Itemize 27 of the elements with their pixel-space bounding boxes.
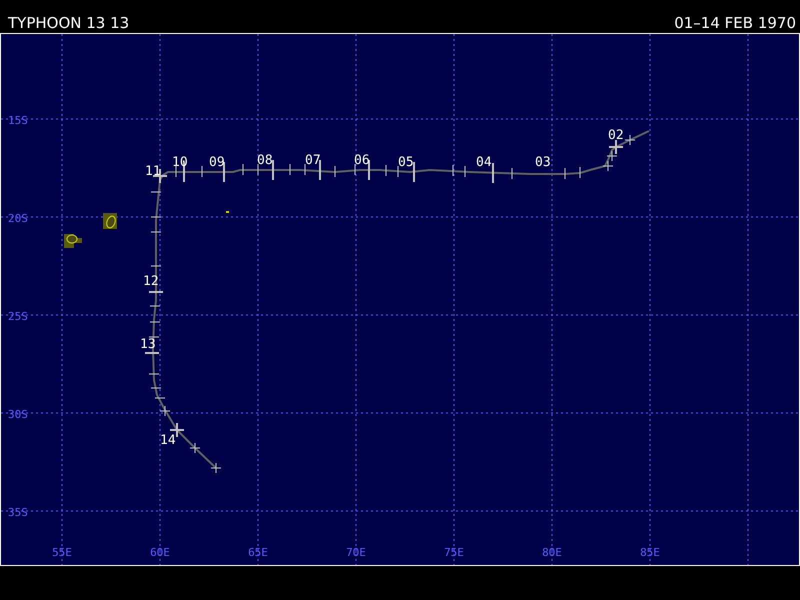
day-label: 02 (608, 128, 624, 143)
day-label: 04 (476, 155, 492, 170)
latitude-label: 35S (8, 506, 28, 519)
day-label: 14 (160, 433, 176, 448)
day-label: 05 (398, 155, 414, 170)
longitude-label: 65E (248, 546, 268, 559)
day-label: 09 (209, 155, 225, 170)
day-label: 12 (143, 274, 159, 289)
island-drawing (64, 213, 117, 248)
longitude-label: 55E (52, 546, 72, 559)
day-label: 13 (140, 337, 156, 352)
day-label: 10 (172, 155, 188, 170)
storm-title: TYPHOON 13 13 (8, 14, 130, 32)
latitude-label: 20S (8, 212, 28, 225)
day-label: 07 (305, 153, 321, 168)
longitude-label: 75E (444, 546, 464, 559)
longitude-label: 70E (346, 546, 366, 559)
latitude-label: 30S (8, 408, 28, 421)
longitude-label: 60E (150, 546, 170, 559)
date-range: 01–14 FEB 1970 (674, 14, 796, 32)
day-label: 08 (257, 153, 273, 168)
longitude-label: 85E (640, 546, 660, 559)
latitude-label: 15S (8, 114, 28, 127)
longitude-label: 80E (542, 546, 562, 559)
day-label: 06 (354, 153, 370, 168)
day-label: 03 (535, 155, 551, 170)
latitude-label: 25S (8, 310, 28, 323)
